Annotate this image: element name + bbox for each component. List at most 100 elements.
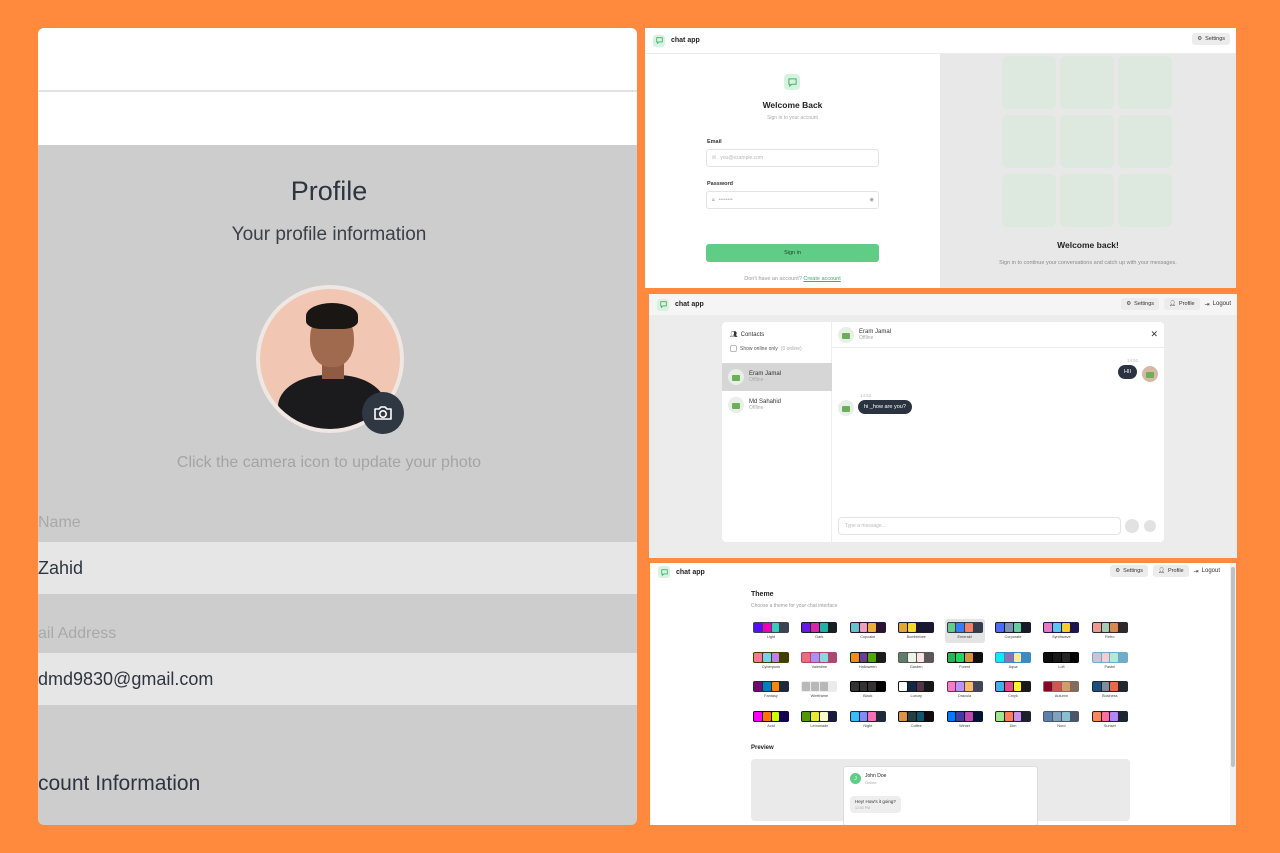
scrollbar[interactable]: [1230, 563, 1236, 825]
theme-option-black[interactable]: Black: [848, 678, 888, 702]
theme-name: Coffee: [910, 723, 922, 728]
theme-option-dracula[interactable]: Dracula: [945, 678, 985, 702]
theme-option-garden[interactable]: Garden: [896, 649, 936, 673]
theme-option-business[interactable]: Business: [1090, 678, 1130, 702]
theme-option-night[interactable]: Night: [848, 708, 888, 732]
users-icon: 👥︎: [730, 332, 738, 338]
theme-option-aqua[interactable]: Aqua: [993, 649, 1033, 673]
preview-message-time: 12:00 PM: [855, 806, 870, 810]
create-account-link[interactable]: Create account: [803, 276, 840, 282]
gear-icon: ⚙: [1126, 301, 1132, 307]
app-name[interactable]: chat app: [676, 569, 705, 576]
app-header: chat app ⚙ Settings 👤︎ Profile ⇥ Logout: [650, 563, 1236, 581]
image-attach-button[interactable]: [1125, 519, 1139, 533]
theme-option-synthwave[interactable]: Synthwave: [1041, 619, 1081, 643]
theme-name: Winter: [959, 723, 971, 728]
email-label: ail Address: [38, 625, 117, 642]
theme-option-lemonade[interactable]: Lemonade: [799, 708, 839, 732]
theme-option-sunset[interactable]: Sunset: [1090, 708, 1130, 732]
camera-upload-button[interactable]: [362, 392, 404, 434]
contact-item[interactable]: Eram Jamal Offline: [722, 363, 832, 391]
theme-option-bumblebee[interactable]: Bumblebee: [896, 619, 936, 643]
preview-message: Hey! How's it going? 12:00 PM: [850, 796, 901, 813]
theme-option-luxury[interactable]: Luxury: [896, 678, 936, 702]
theme-swatch: [801, 681, 838, 692]
scrollbar-thumb[interactable]: [1231, 567, 1235, 767]
contacts-header: 👥︎ Contacts: [730, 331, 765, 339]
theme-option-wireframe[interactable]: Wireframe: [799, 678, 839, 702]
theme-option-acid[interactable]: Acid: [751, 708, 791, 732]
theme-name: Lofi: [1058, 664, 1065, 669]
theme-name: Nord: [1057, 723, 1066, 728]
theme-option-valentine[interactable]: Valentine: [799, 649, 839, 673]
email-input[interactable]: ✉ you@example.com: [706, 149, 879, 167]
profile-topbar: [38, 28, 637, 145]
theme-option-retro[interactable]: Retro: [1090, 619, 1130, 643]
theme-option-lofi[interactable]: Lofi: [1041, 649, 1081, 673]
gear-icon: ⚙: [1115, 568, 1121, 574]
eye-icon[interactable]: ◉: [870, 197, 874, 203]
chat-header: Eram Jamal Offline ✕: [832, 322, 1164, 348]
contact-item[interactable]: Md Sahahid Offline: [722, 391, 832, 419]
theme-name: Halloween: [858, 664, 877, 669]
lock-icon: 🔒︎: [712, 197, 715, 203]
password-input[interactable]: 🔒︎ •••••••• ◉: [706, 191, 879, 209]
theme-swatch: [995, 681, 1031, 692]
send-button[interactable]: [1144, 520, 1156, 532]
gear-icon: ⚙: [1197, 36, 1203, 42]
show-online-toggle[interactable]: Show online only (0 online): [730, 345, 802, 352]
theme-name: Black: [863, 694, 873, 698]
theme-option-dim[interactable]: Dim: [993, 708, 1033, 732]
settings-button[interactable]: ⚙ Settings: [1121, 298, 1160, 310]
theme-name: Night: [863, 723, 873, 728]
theme-swatch: [753, 681, 789, 692]
theme-option-dark[interactable]: Dark: [799, 619, 839, 643]
theme-option-pastel[interactable]: Pastel: [1090, 649, 1130, 673]
settings-button[interactable]: ⚙ Settings: [1192, 33, 1230, 45]
no-account-text: Don't have an account?: [744, 276, 802, 282]
contacts-title: Contacts: [740, 331, 765, 338]
chat-contact-name: Eram Jamal: [859, 328, 892, 335]
theme-option-cupcake[interactable]: Cupcake: [848, 619, 888, 643]
settings-label: Settings: [1123, 568, 1144, 574]
theme-option-winter[interactable]: Winter: [945, 708, 985, 732]
message-time: 14:52: [860, 393, 872, 398]
theme-swatch: [1091, 710, 1128, 722]
logout-button[interactable]: ⇥ Logout: [1205, 301, 1231, 308]
chat-logo-icon: [653, 34, 665, 47]
sign-in-button[interactable]: Sign in: [706, 244, 879, 262]
theme-option-fantasy[interactable]: Fantasy: [751, 678, 791, 702]
theme-option-autumn[interactable]: Autumn: [1041, 678, 1081, 702]
chat-logo-icon: [658, 566, 670, 578]
logout-button[interactable]: ⇥ Logout: [1194, 568, 1220, 575]
theme-option-halloween[interactable]: Halloween: [848, 649, 888, 673]
message-input[interactable]: Type a message...: [838, 517, 1121, 535]
theme-name: Aqua: [1008, 664, 1018, 669]
settings-label: Settings: [1205, 36, 1225, 42]
app-name[interactable]: chat app: [675, 301, 704, 308]
profile-button[interactable]: 👤︎ Profile: [1153, 565, 1189, 577]
preview-message-text: Hey! How's it going?: [855, 799, 896, 804]
profile-button[interactable]: 👤︎ Profile: [1164, 298, 1200, 310]
contact-avatar: [728, 397, 744, 413]
app-name[interactable]: chat app: [671, 37, 700, 44]
message-bubble-sent: HII: [1118, 365, 1138, 379]
theme-option-light[interactable]: Light: [751, 619, 791, 643]
theme-option-corporate[interactable]: Corporate: [993, 619, 1033, 643]
theme-swatch: [849, 622, 886, 633]
message-time: 14:51: [1127, 358, 1139, 363]
theme-option-emerald[interactable]: Emerald: [944, 619, 985, 643]
theme-option-nord[interactable]: Nord: [1041, 708, 1081, 732]
checkbox[interactable]: [730, 345, 737, 352]
theme-name: Business: [1102, 694, 1118, 698]
chat-card: 👥︎ Contacts Show online only (0 online) Er…: [722, 322, 1164, 542]
theme-name: Corporate: [1004, 635, 1022, 639]
theme-option-cmyk[interactable]: Cmyk: [993, 678, 1033, 702]
settings-label: Settings: [1134, 301, 1155, 307]
close-icon[interactable]: ✕: [1150, 329, 1158, 340]
settings-button[interactable]: ⚙ Settings: [1110, 565, 1149, 577]
theme-option-forest[interactable]: Forest: [945, 649, 985, 673]
theme-option-coffee[interactable]: Coffee: [896, 708, 936, 732]
logout-icon: ⇥: [1193, 568, 1199, 575]
theme-option-cyberpunk[interactable]: Cyberpunk: [751, 649, 791, 673]
